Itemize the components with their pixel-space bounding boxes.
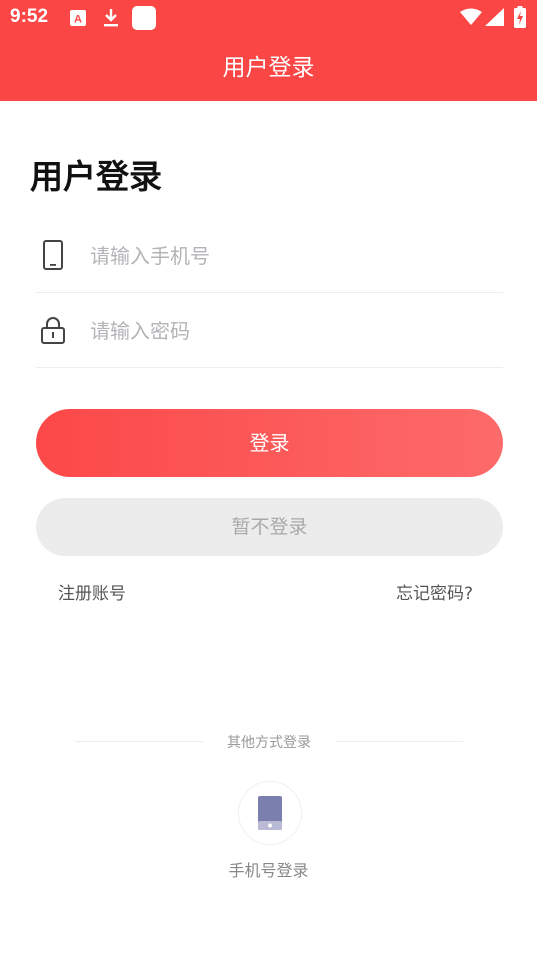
signal-icon xyxy=(485,8,504,30)
mobile-phone-icon xyxy=(258,796,282,830)
battery-charging-icon xyxy=(514,6,526,32)
status-time: 9:52 xyxy=(10,6,49,27)
page-title: 用户登录 xyxy=(30,157,162,196)
app-bar-title: 用户登录 xyxy=(222,55,315,81)
svg-text:A: A xyxy=(74,14,82,26)
divider-line-right xyxy=(335,741,463,742)
register-link[interactable]: 注册账号 xyxy=(58,579,126,604)
phone-input[interactable] xyxy=(88,234,492,278)
status-bar: 9:52 A xyxy=(0,0,537,36)
wifi-icon xyxy=(460,8,482,30)
login-button[interactable]: 登录 xyxy=(36,409,503,477)
password-input[interactable] xyxy=(88,309,492,353)
app-bar: 用户登录 xyxy=(0,36,537,101)
other-login-label: 其他方式登录 xyxy=(227,735,311,751)
a-badge-icon: A xyxy=(70,10,86,30)
lock-icon xyxy=(38,315,68,345)
password-field xyxy=(36,293,503,368)
other-login-divider: 其他方式登录 xyxy=(75,730,463,754)
square-app-icon xyxy=(132,6,156,34)
phone-icon xyxy=(38,240,68,270)
skip-login-button[interactable]: 暂不登录 xyxy=(36,498,503,556)
phone-login-label: 手机号登录 xyxy=(228,861,309,880)
phone-field xyxy=(36,218,503,293)
download-icon xyxy=(102,8,120,32)
forgot-password-link[interactable]: 忘记密码? xyxy=(396,579,473,604)
phone-login-button[interactable] xyxy=(238,781,302,845)
